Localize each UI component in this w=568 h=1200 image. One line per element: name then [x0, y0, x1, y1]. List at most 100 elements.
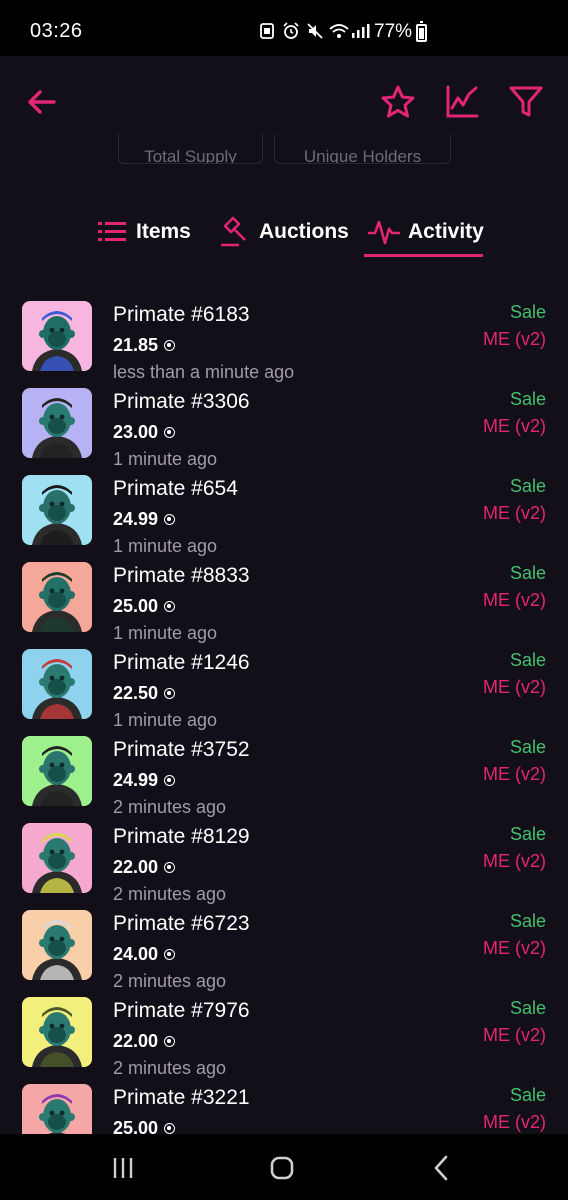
activity-type: Sale — [509, 302, 546, 322]
gavel-icon — [221, 216, 246, 247]
tab-activity-label: Activity — [408, 220, 484, 243]
marketplace-label: ME (v2) — [483, 590, 546, 610]
activity-row[interactable]: Primate #8129 22.00 2 minutes ago Sale ME (v… — [0, 821, 568, 908]
activity-row[interactable]: Primate #1246 22.50 1 minute ago Sale ME (v2… — [0, 647, 568, 734]
nft-name: Primate #3752 — [113, 738, 250, 761]
sale-price: 22.00 — [113, 1031, 176, 1052]
tab-items[interactable]: Items — [96, 206, 191, 258]
nft-thumbnail — [22, 823, 92, 893]
primate-avatar-icon — [22, 475, 92, 545]
nft-thumbnail — [22, 562, 92, 632]
nft-thumbnail — [22, 649, 92, 719]
sol-currency-icon — [164, 514, 176, 525]
sale-time: 2 minutes ago — [113, 884, 227, 904]
primate-avatar-icon — [22, 997, 92, 1067]
recent-apps-button[interactable] — [104, 1148, 144, 1188]
sol-currency-icon — [164, 862, 176, 873]
activity-row[interactable]: Primate #6723 24.00 2 minutes ago Sale ME (v… — [0, 908, 568, 995]
activity-type: Sale — [509, 650, 546, 670]
activity-row[interactable]: Primate #8833 25.00 1 minute ago Sale ME (v2… — [0, 560, 568, 647]
tab-auctions-label: Auctions — [259, 220, 349, 243]
marketplace-label: ME (v2) — [483, 1025, 546, 1045]
nft-name: Primate #6723 — [113, 912, 250, 935]
activity-type: Sale — [509, 563, 546, 583]
stat-chip-unique-holders: Unique Holders — [274, 134, 451, 164]
activity-row[interactable]: Primate #3752 24.99 2 minutes ago Sale ME (v… — [0, 734, 568, 821]
sale-price: 24.99 — [113, 770, 176, 791]
activity-row[interactable]: Primate #3306 23.00 1 minute ago Sale ME (v2… — [0, 386, 568, 473]
battery-icon — [416, 21, 427, 42]
activity-type: Sale — [509, 824, 546, 844]
sale-time: 1 minute ago — [113, 536, 218, 556]
primate-avatar-icon — [22, 388, 92, 458]
sol-currency-icon — [164, 1123, 176, 1134]
sale-price: 24.00 — [113, 944, 176, 965]
price-value: 25.00 — [113, 1118, 159, 1134]
marketplace-label: ME (v2) — [483, 851, 546, 871]
sale-time: less than a minute ago — [113, 362, 295, 382]
chart-button[interactable] — [440, 80, 484, 124]
battery-percent: 77% — [374, 21, 413, 42]
activity-type: Sale — [509, 476, 546, 496]
activity-type: Sale — [509, 998, 546, 1018]
marketplace-label: ME (v2) — [483, 416, 546, 436]
filter-button[interactable] — [504, 80, 548, 124]
list-icon — [98, 222, 126, 241]
stat-chip-total-supply: Total Supply — [118, 134, 263, 164]
price-value: 24.99 — [113, 770, 159, 790]
activity-row[interactable]: Primate #6183 21.85 less than a minute ago… — [0, 299, 568, 386]
price-value: 21.85 — [113, 335, 159, 355]
tab-activity[interactable]: Activity — [368, 206, 484, 258]
sol-currency-icon — [164, 949, 176, 960]
arrow-left-icon — [28, 90, 56, 114]
price-value: 22.00 — [113, 1031, 159, 1051]
sale-price: 25.00 — [113, 596, 176, 617]
price-value: 22.50 — [113, 683, 159, 703]
sale-price: 22.50 — [113, 683, 176, 704]
home-icon — [270, 1156, 294, 1180]
sol-currency-icon — [164, 601, 176, 612]
sale-time: 2 minutes ago — [113, 1058, 227, 1078]
primate-avatar-icon — [22, 301, 92, 371]
tab-auctions[interactable]: Auctions — [219, 206, 349, 258]
favorite-button[interactable] — [376, 80, 420, 124]
primate-avatar-icon — [22, 1084, 92, 1134]
nft-name: Primate #1246 — [113, 651, 250, 674]
filter-icon — [509, 86, 543, 117]
marketplace-label: ME (v2) — [483, 503, 546, 523]
status-bar: 03:26 77% — [0, 0, 568, 56]
nft-thumbnail — [22, 1084, 92, 1134]
home-button[interactable] — [262, 1148, 302, 1188]
marketplace-label: ME (v2) — [483, 1112, 546, 1132]
activity-type: Sale — [509, 911, 546, 931]
nft-name: Primate #654 — [113, 477, 238, 500]
activity-type: Sale — [509, 389, 546, 409]
nft-name: Primate #8833 — [113, 564, 250, 587]
sale-price: 21.85 — [113, 335, 176, 356]
activity-type: Sale — [509, 1085, 546, 1105]
sol-currency-icon — [164, 775, 176, 786]
activity-row[interactable]: Primate #7976 22.00 2 minutes ago Sale ME (v… — [0, 995, 568, 1082]
activity-row[interactable]: Primate #654 24.99 1 minute ago Sale ME (v2) — [0, 473, 568, 560]
price-value: 25.00 — [113, 596, 159, 616]
nft-name: Primate #7976 — [113, 999, 250, 1022]
nft-thumbnail — [22, 388, 92, 458]
activity-type: Sale — [509, 737, 546, 757]
star-icon — [381, 85, 415, 118]
activity-icon — [368, 220, 400, 245]
sale-price: 22.00 — [113, 857, 176, 878]
back-button[interactable] — [20, 80, 64, 124]
nft-thumbnail — [22, 910, 92, 980]
marketplace-label: ME (v2) — [483, 329, 546, 349]
sale-time: 1 minute ago — [113, 623, 218, 643]
price-value: 23.00 — [113, 422, 159, 442]
primate-avatar-icon — [22, 736, 92, 806]
price-value: 24.00 — [113, 944, 159, 964]
price-value: 22.00 — [113, 857, 159, 877]
sale-time: 1 minute ago — [113, 710, 218, 730]
system-back-button[interactable] — [422, 1148, 462, 1188]
nav-back-icon — [434, 1155, 448, 1181]
nft-thumbnail — [22, 997, 92, 1067]
active-tab-indicator — [364, 254, 483, 257]
activity-row[interactable]: Primate #3221 25.00 Sale ME (v2) — [0, 1082, 568, 1134]
